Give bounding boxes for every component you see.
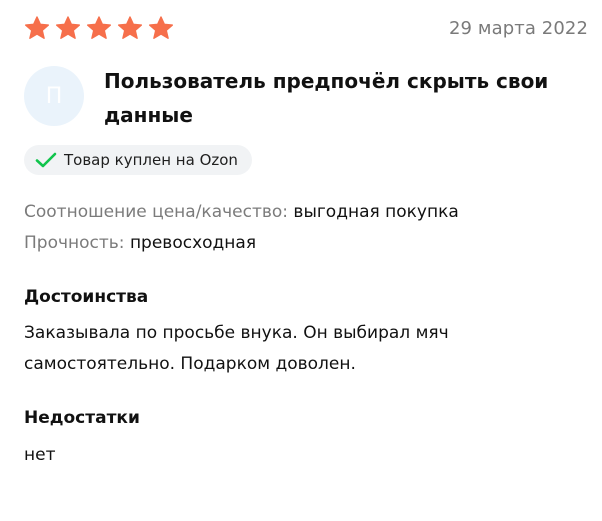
star-icon xyxy=(117,16,143,39)
purchase-badge-label: Товар куплен на Ozon xyxy=(64,151,238,169)
star-icon xyxy=(24,16,50,39)
star-icon xyxy=(86,16,112,39)
attribute-row: Соотношение цена/качество: выгодная поку… xyxy=(24,197,459,228)
purchase-badge: Товар куплен на Ozon xyxy=(24,145,252,175)
attribute-name: Прочность: xyxy=(24,233,125,253)
pros-text: Заказывала по просьбе внука. Он выбирал … xyxy=(24,323,449,374)
avatar: П xyxy=(24,66,84,126)
star-icon xyxy=(148,16,174,39)
avatar-letter: П xyxy=(45,83,63,109)
cons-title: Недостатки xyxy=(24,408,140,428)
attribute-name: Соотношение цена/качество: xyxy=(24,202,289,222)
attribute-value: выгодная покупка xyxy=(293,202,459,222)
review-date: 29 марта 2022 xyxy=(448,18,588,39)
pros-title: Достоинства xyxy=(24,287,149,307)
star-icon xyxy=(55,16,81,39)
rating-stars xyxy=(24,15,174,41)
attribute-value: превосходная xyxy=(129,233,257,253)
cons-text: нет xyxy=(24,445,56,465)
review-attributes: Соотношение цена/качество: выгодная поку… xyxy=(24,197,459,259)
attribute-row: Прочность: превосходная xyxy=(24,228,459,259)
checkmark-icon xyxy=(35,152,57,168)
author-name: Пользователь предпочёл скрыть свои данны… xyxy=(104,69,549,127)
